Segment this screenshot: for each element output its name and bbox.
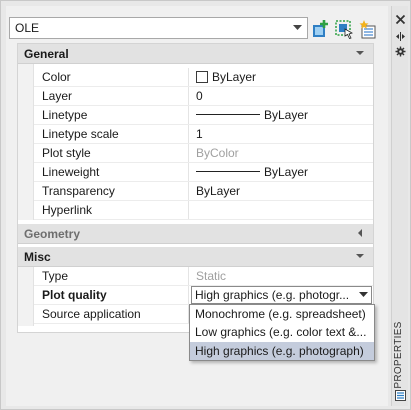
- property-name: Plot style: [34, 144, 189, 162]
- toggle-pickadd-icon[interactable]: [311, 19, 331, 39]
- object-type-dropdown[interactable]: OLE: [9, 17, 308, 39]
- plot-quality-options-list: Monochrome (e.g. spreadsheet) Low graphi…: [189, 304, 375, 361]
- close-icon[interactable]: [395, 14, 406, 25]
- property-value: ByLayer: [264, 108, 309, 122]
- lineweight-sample: [196, 171, 260, 172]
- category-misc-label: Misc: [24, 250, 51, 264]
- quick-select-icon[interactable]: [358, 19, 378, 39]
- property-name: Linetype scale: [34, 125, 189, 143]
- property-row-lineweight[interactable]: Lineweight ByLayer: [34, 163, 373, 182]
- property-name: Color: [34, 68, 189, 86]
- collapse-arrow-icon[interactable]: [355, 251, 365, 261]
- dropdown-option-low-graphics[interactable]: Low graphics (e.g. color text &...: [190, 323, 374, 341]
- property-value: ByLayer: [196, 184, 241, 198]
- dropdown-option-monochrome[interactable]: Monochrome (e.g. spreadsheet): [190, 305, 374, 323]
- auto-hide-icon[interactable]: [395, 31, 406, 42]
- linetype-sample: [196, 114, 260, 115]
- palette-body: OLE General Color ByLayer Layer 0 Linety…: [6, 6, 388, 406]
- collapse-arrow-icon[interactable]: [355, 48, 365, 58]
- property-row-plot-style[interactable]: Plot style ByColor: [34, 144, 373, 163]
- property-row-color[interactable]: Color ByLayer: [34, 68, 373, 87]
- row-gutter: [18, 267, 34, 326]
- chevron-down-icon[interactable]: [359, 292, 368, 298]
- object-type-value: OLE: [15, 21, 40, 35]
- property-row-hyperlink[interactable]: Hyperlink: [34, 201, 373, 220]
- property-grid: General Color ByLayer Layer 0 Linetype B…: [17, 43, 374, 333]
- property-row-linetype-scale[interactable]: Linetype scale 1: [34, 125, 373, 144]
- plot-quality-dropdown[interactable]: High graphics (e.g. photogr...: [191, 286, 372, 304]
- property-name: Transparency: [34, 182, 189, 200]
- property-value: ByColor: [196, 146, 239, 160]
- gear-icon[interactable]: [395, 46, 406, 57]
- expand-arrow-icon[interactable]: [355, 228, 365, 238]
- property-name: Plot quality: [34, 286, 189, 304]
- plot-quality-value: High graphics (e.g. photogr...: [195, 288, 350, 302]
- property-value: 1: [196, 127, 203, 141]
- property-row-plot-quality[interactable]: Plot quality High graphics (e.g. photogr…: [34, 286, 373, 305]
- property-row-layer[interactable]: Layer 0: [34, 87, 373, 106]
- property-value: 0: [196, 89, 203, 103]
- property-value: ByLayer: [212, 70, 257, 84]
- category-general[interactable]: General: [18, 44, 373, 64]
- property-value: Static: [196, 269, 227, 283]
- property-name: Linetype: [34, 106, 189, 124]
- property-name: Lineweight: [34, 163, 189, 181]
- property-name: Source application: [34, 305, 189, 323]
- properties-palette: OLE General Color ByLayer Layer 0 Linety…: [0, 0, 411, 410]
- chevron-down-icon[interactable]: [289, 19, 306, 37]
- palette-title-strip: PROPERTIES: [391, 6, 408, 406]
- dropdown-option-high-graphics[interactable]: High graphics (e.g. photograph): [190, 341, 374, 360]
- category-geometry-label: Geometry: [24, 227, 81, 241]
- category-geometry[interactable]: Geometry: [18, 224, 373, 244]
- row-gutter: [18, 64, 34, 220]
- properties-icon[interactable]: [395, 390, 406, 401]
- category-misc[interactable]: Misc: [18, 247, 373, 267]
- property-name: Hyperlink: [34, 201, 189, 219]
- property-name: Layer: [34, 87, 189, 105]
- property-value: [190, 201, 373, 219]
- property-row-type[interactable]: Type Static: [34, 267, 373, 286]
- property-row-linetype[interactable]: Linetype ByLayer: [34, 106, 373, 125]
- color-swatch: [196, 71, 208, 83]
- property-value: ByLayer: [264, 165, 309, 179]
- select-objects-icon[interactable]: [334, 19, 354, 39]
- property-name: Type: [34, 267, 189, 285]
- palette-title-label: PROPERTIES: [393, 321, 404, 389]
- property-row-transparency[interactable]: Transparency ByLayer: [34, 182, 373, 201]
- category-general-label: General: [24, 47, 69, 61]
